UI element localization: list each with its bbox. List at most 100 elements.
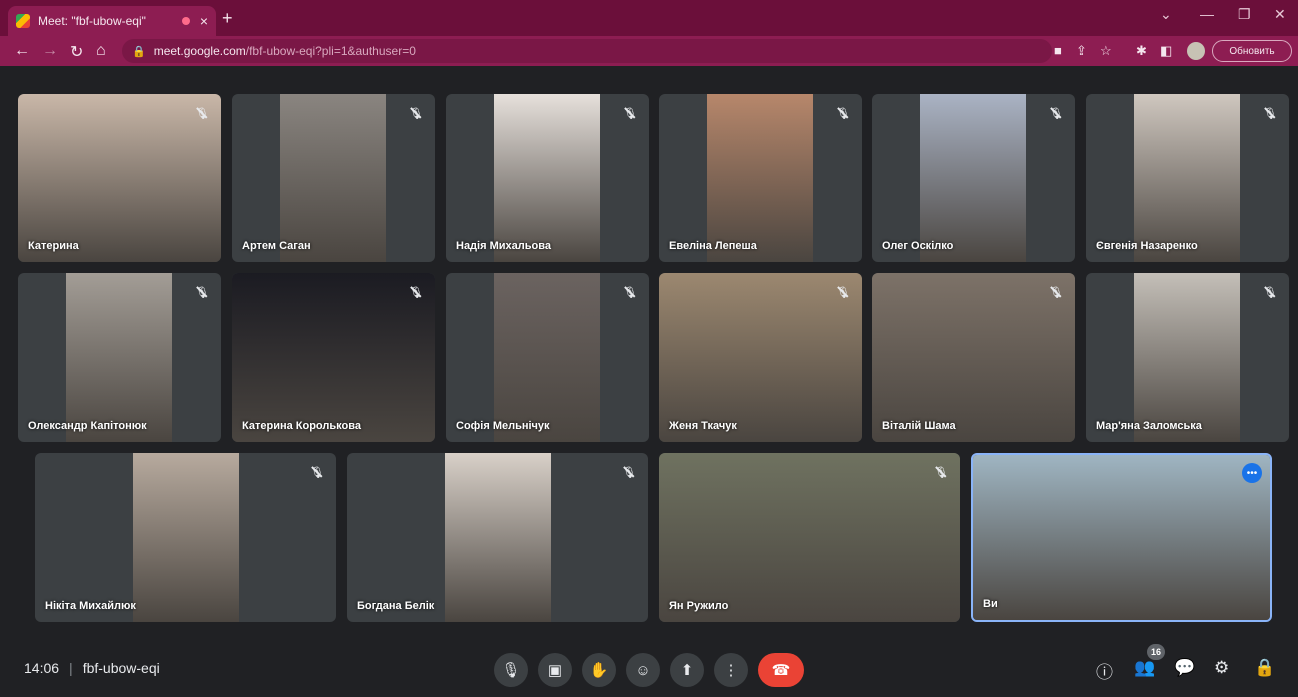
- close-window-button[interactable]: ✕: [1274, 6, 1286, 23]
- emoji-icon: ☺: [635, 661, 651, 679]
- more-vert-icon: ⋮: [723, 662, 739, 679]
- clock: 14:06: [24, 660, 60, 676]
- participant-video: [707, 94, 813, 262]
- mic-off-icon: 🎙: [930, 461, 952, 483]
- meeting-info-icon[interactable]: ⓘ: [1096, 658, 1113, 683]
- present-button[interactable]: ⬆: [670, 653, 704, 687]
- url-path: /fbf-ubow-eqi?pli=1&authuser=0: [245, 44, 416, 58]
- update-button[interactable]: Обновить: [1212, 40, 1292, 62]
- camera-icon: ▣: [547, 662, 563, 679]
- participant-tile[interactable]: Віталій Шама 🎙: [872, 273, 1075, 442]
- camera-indicator-icon[interactable]: ■: [1054, 43, 1062, 58]
- participant-video: [973, 455, 1270, 620]
- participant-video: [232, 273, 435, 442]
- share-icon[interactable]: ⇪: [1076, 43, 1087, 59]
- meet-control-bar: 14:06 | fbf-ubow-eqi 🎙 ▣ ✋ ☺ ⬆ ⋮ ☎ ⓘ 👥 1…: [0, 640, 1298, 697]
- participant-video: [66, 273, 172, 442]
- participant-tile[interactable]: Нікіта Михайлюк 🎙: [35, 453, 336, 622]
- leave-call-button[interactable]: ☎: [758, 653, 804, 687]
- host-controls-icon[interactable]: 🔒: [1254, 658, 1275, 678]
- back-icon[interactable]: ←: [14, 42, 30, 60]
- participant-tile[interactable]: Олег Оскілко 🎙: [872, 94, 1075, 262]
- mic-off-icon: 🎙: [1259, 281, 1281, 303]
- participant-tile[interactable]: Евеліна Лепеша 🎙: [659, 94, 862, 262]
- mic-off-icon: 🎙: [405, 102, 427, 124]
- minimize-button[interactable]: —: [1200, 6, 1214, 22]
- participant-video: [494, 94, 600, 262]
- present-icon: ⬆: [680, 662, 694, 679]
- mic-off-icon: 🎙: [191, 281, 213, 303]
- participant-tile[interactable]: Артем Саган 🎙: [232, 94, 435, 262]
- forward-icon[interactable]: →: [42, 42, 58, 60]
- mic-off-icon: 🎙: [1259, 102, 1281, 124]
- participant-tile[interactable]: Мар'яна Заломська 🎙: [1086, 273, 1289, 442]
- participant-count-badge: 16: [1147, 644, 1165, 660]
- participant-tile[interactable]: Олександр Капітонюк 🎙: [18, 273, 221, 442]
- reload-icon[interactable]: ↻: [70, 42, 83, 62]
- microphone-icon: 🎙: [501, 662, 521, 679]
- participant-name: Богдана Белік: [357, 600, 435, 612]
- reactions-button[interactable]: ☺: [626, 653, 660, 687]
- maximize-button[interactable]: ❐: [1238, 6, 1251, 23]
- tab-close-button[interactable]: ×: [200, 13, 208, 29]
- separator: |: [69, 660, 73, 676]
- participant-tile[interactable]: Ян Ружило 🎙: [659, 453, 960, 622]
- bookmark-star-icon[interactable]: ☆: [1100, 43, 1112, 59]
- participant-tile[interactable]: Євгенія Назаренко 🎙: [1086, 94, 1289, 262]
- participant-name: Мар'яна Заломська: [1096, 420, 1202, 432]
- participant-tile[interactable]: Катерина Королькова 🎙: [232, 273, 435, 442]
- participant-video: [18, 94, 221, 262]
- address-bar[interactable]: 🔒 meet.google.com /fbf-ubow-eqi?pli=1&au…: [122, 39, 1052, 63]
- meet-favicon-icon: [16, 14, 30, 28]
- mic-off-icon: 🎙: [832, 281, 854, 303]
- microphone-button[interactable]: 🎙: [494, 653, 528, 687]
- participant-name: Нікіта Михайлюк: [45, 600, 136, 612]
- mic-off-icon: 🎙: [306, 461, 328, 483]
- participant-name: Артем Саган: [242, 240, 311, 252]
- tile-more-options-icon[interactable]: •••: [1242, 463, 1262, 483]
- url-host: meet.google.com: [153, 44, 246, 58]
- participant-video: [659, 453, 960, 622]
- participant-name: Олег Оскілко: [882, 240, 954, 252]
- participant-name: Ви: [983, 598, 998, 610]
- mic-off-icon: 🎙: [191, 102, 213, 124]
- participant-name: Катерина Королькова: [242, 420, 361, 432]
- home-icon[interactable]: ⌂: [96, 42, 106, 60]
- meeting-details: 14:06 | fbf-ubow-eqi: [24, 660, 160, 676]
- participant-name: Катерина: [28, 240, 79, 252]
- lock-icon: 🔒: [132, 45, 146, 58]
- participant-name: Женя Ткачук: [669, 420, 737, 432]
- meeting-code: fbf-ubow-eqi: [82, 660, 160, 676]
- browser-tab[interactable]: Meet: "fbf-ubow-eqi" ×: [8, 6, 216, 36]
- participant-tile[interactable]: Софія Мельнічук 🎙: [446, 273, 649, 442]
- mic-off-icon: 🎙: [1045, 102, 1067, 124]
- participant-video: [1134, 273, 1240, 442]
- participant-tile[interactable]: Надія Михальова 🎙: [446, 94, 649, 262]
- mic-off-icon: 🎙: [1045, 281, 1067, 303]
- camera-button[interactable]: ▣: [538, 653, 572, 687]
- participant-tile[interactable]: Женя Ткачук 🎙: [659, 273, 862, 442]
- participant-tile[interactable]: Богдана Белік 🎙: [347, 453, 648, 622]
- people-icon[interactable]: 👥: [1134, 658, 1155, 678]
- mic-off-icon: 🎙: [832, 102, 854, 124]
- participant-name: Олександр Капітонюк: [28, 420, 147, 432]
- participant-video: [133, 453, 239, 622]
- participant-tile[interactable]: Ви •••: [971, 453, 1272, 622]
- browser-toolbar: ← → ↻ ⌂ 🔒 meet.google.com /fbf-ubow-eqi?…: [0, 36, 1298, 66]
- extensions-icon[interactable]: ✱: [1136, 43, 1147, 59]
- activities-icon[interactable]: ⚙: [1214, 658, 1229, 678]
- participant-video: [872, 273, 1075, 442]
- tab-search-icon[interactable]: ⌄: [1160, 6, 1172, 23]
- more-options-button[interactable]: ⋮: [714, 653, 748, 687]
- side-panel-icon[interactable]: ◧: [1160, 43, 1172, 59]
- raise-hand-icon: ✋: [589, 662, 609, 679]
- raise-hand-button[interactable]: ✋: [582, 653, 616, 687]
- participant-video: [659, 273, 862, 442]
- participant-tile[interactable]: Катерина 🎙: [18, 94, 221, 262]
- participant-name: Софія Мельнічук: [456, 420, 550, 432]
- chat-icon[interactable]: 💬: [1174, 658, 1195, 678]
- profile-avatar[interactable]: [1187, 42, 1205, 60]
- mic-off-icon: 🎙: [405, 281, 427, 303]
- participant-video: [494, 273, 600, 442]
- new-tab-button[interactable]: +: [222, 8, 233, 29]
